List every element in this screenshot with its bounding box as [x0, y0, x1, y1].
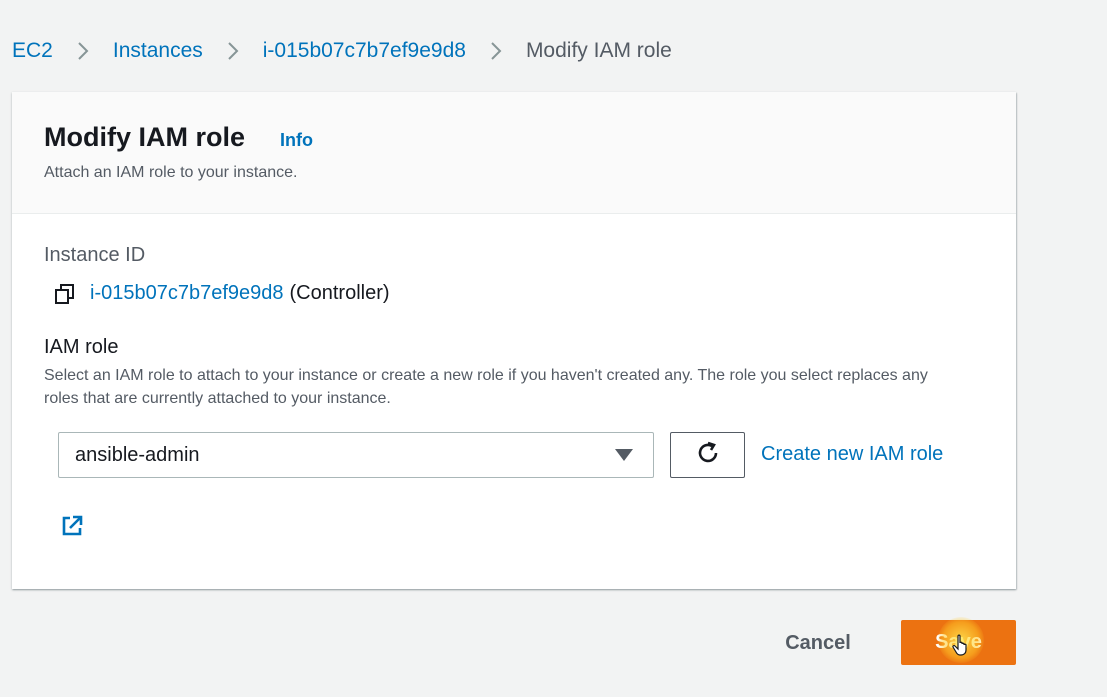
modify-iam-role-page: EC2 Instances i-015b07c7b7ef9e9d8 Modify…: [0, 0, 1107, 697]
refresh-button[interactable]: [670, 432, 745, 478]
breadcrumb-ec2[interactable]: EC2: [12, 39, 53, 63]
instance-id-link[interactable]: i-015b07c7b7ef9e9d8: [90, 282, 284, 305]
panel-header: Modify IAM role Info Attach an IAM role …: [12, 92, 1016, 214]
iam-role-label: IAM role: [44, 336, 119, 358]
copy-icon[interactable]: [54, 283, 76, 305]
iam-role-selected-value: ansible-admin: [75, 444, 200, 466]
chevron-right-icon: [73, 41, 93, 61]
breadcrumb: EC2 Instances i-015b07c7b7ef9e9d8 Modify…: [12, 36, 672, 66]
instance-id-label: Instance ID: [44, 244, 146, 266]
iam-role-description: Select an IAM role to attach to your ins…: [44, 367, 928, 407]
instance-name: (Controller): [289, 282, 390, 304]
modify-iam-role-panel: Modify IAM role Info Attach an IAM role …: [12, 92, 1016, 589]
caret-down-icon: [615, 449, 633, 461]
chevron-right-icon: [223, 41, 243, 61]
breadcrumb-current: Modify IAM role: [525, 39, 672, 62]
chevron-right-icon: [486, 41, 506, 61]
external-link-icon[interactable]: [60, 514, 84, 538]
create-iam-role-link[interactable]: Create new IAM role: [761, 443, 943, 466]
save-button[interactable]: Save: [901, 620, 1016, 665]
breadcrumb-instances[interactable]: Instances: [113, 39, 203, 63]
page-title: Modify IAM role: [44, 122, 245, 152]
panel-description: Attach an IAM role to your instance.: [44, 164, 298, 181]
breadcrumb-instance-id[interactable]: i-015b07c7b7ef9e9d8: [263, 39, 466, 63]
instance-id-row: i-015b07c7b7ef9e9d8 (Controller): [54, 282, 390, 305]
refresh-icon: [695, 440, 721, 471]
iam-role-select[interactable]: ansible-admin: [58, 432, 654, 478]
cancel-button[interactable]: Cancel: [760, 621, 876, 665]
info-link[interactable]: Info: [280, 130, 313, 151]
